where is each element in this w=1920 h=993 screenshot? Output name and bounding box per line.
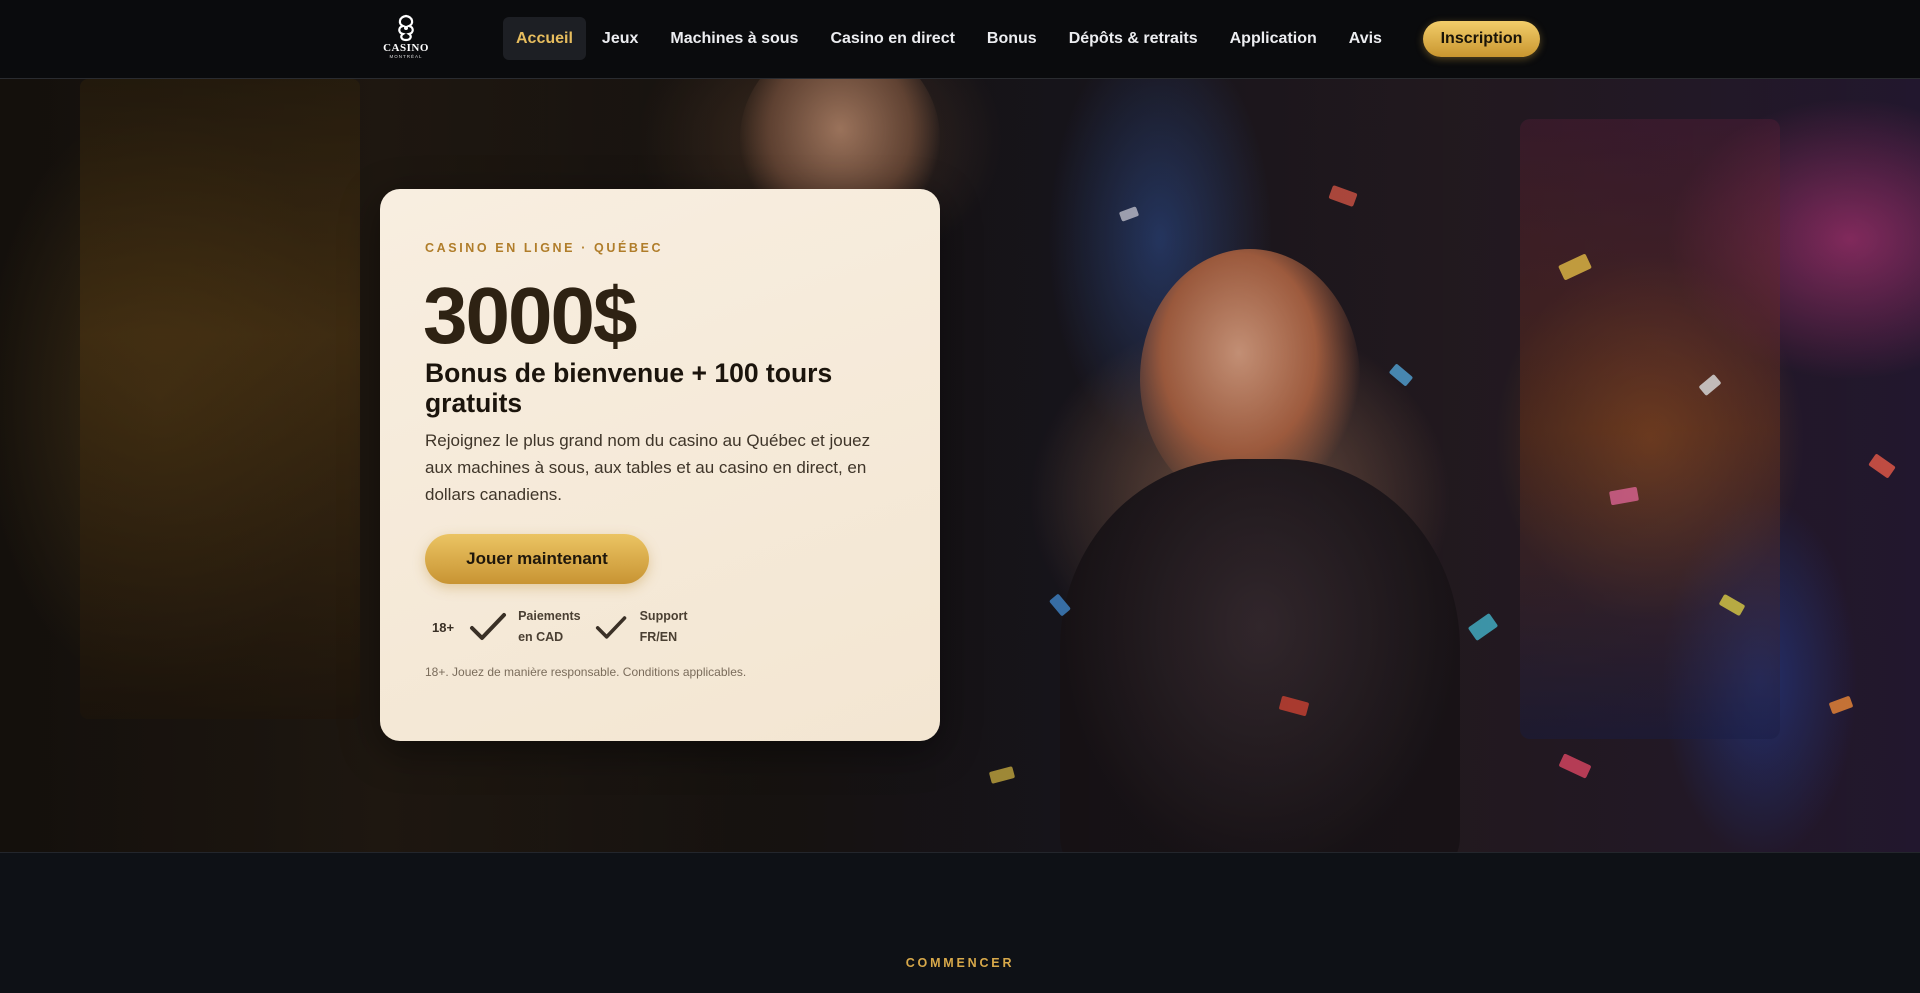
hero-overlay — [0, 79, 1920, 852]
play-now-button[interactable]: Jouer maintenant — [425, 534, 649, 584]
checkmark-icon — [595, 616, 626, 639]
nav-item-machines-a-sous[interactable]: Machines à sous — [654, 17, 814, 60]
top-navbar: CASINO MONTRÉAL Accueil Jeux Machines à … — [0, 0, 1920, 79]
badge-payments-line1: Paiements — [518, 609, 581, 623]
nav-item-accueil[interactable]: Accueil — [503, 17, 586, 60]
bonus-amount: 3000$ — [423, 271, 637, 360]
responsible-gaming-disclaimer: 18+. Jouez de manière responsable. Condi… — [425, 665, 747, 679]
promo-card: CASINO EN LIGNE · QUÉBEC 3000$ Bonus de … — [380, 189, 940, 741]
hero-description: Rejoignez le plus grand nom du casino au… — [425, 431, 871, 504]
badge-payments-line2: en CAD — [518, 630, 564, 644]
nav-item-bonus[interactable]: Bonus — [971, 17, 1053, 60]
getting-started-section: COMMENCER — [0, 852, 1920, 993]
nav-item-depots-retraits[interactable]: Dépôts & retraits — [1053, 17, 1214, 60]
hero-headline: Bonus de bienvenue + 100 tours gratuits — [425, 358, 833, 418]
checkmark-icon — [470, 613, 507, 640]
swirl-emblem-icon — [398, 14, 414, 42]
logo-subtitle: MONTRÉAL — [389, 54, 423, 59]
logo-wordmark: CASINO — [383, 42, 429, 54]
hero-banner: CASINO EN LIGNE · QUÉBEC 3000$ Bonus de … — [0, 79, 1920, 852]
trust-badges: 18+ Paiements en CAD Support FR/EN — [432, 603, 702, 651]
nav-item-application[interactable]: Application — [1214, 17, 1333, 60]
nav-item-avis[interactable]: Avis — [1333, 17, 1398, 60]
badge-payments: Paiements en CAD — [518, 606, 581, 648]
section-eyebrow: COMMENCER — [905, 956, 1015, 970]
nav-item-jeux[interactable]: Jeux — [586, 17, 654, 60]
nav-item-casino-en-direct[interactable]: Casino en direct — [814, 17, 970, 60]
age-badge: 18+ — [432, 619, 455, 635]
badge-support-line1: Support — [639, 609, 688, 623]
badge-support: Support FR/EN — [640, 606, 688, 648]
main-nav: Accueil Jeux Machines à sous Casino en d… — [503, 17, 1398, 60]
badge-support-line2: FR/EN — [639, 630, 678, 644]
brand-logo[interactable]: CASINO MONTRÉAL — [378, 14, 434, 64]
signup-button[interactable]: Inscription — [1423, 21, 1540, 57]
hero-eyebrow: CASINO EN LIGNE · QUÉBEC — [425, 241, 664, 255]
